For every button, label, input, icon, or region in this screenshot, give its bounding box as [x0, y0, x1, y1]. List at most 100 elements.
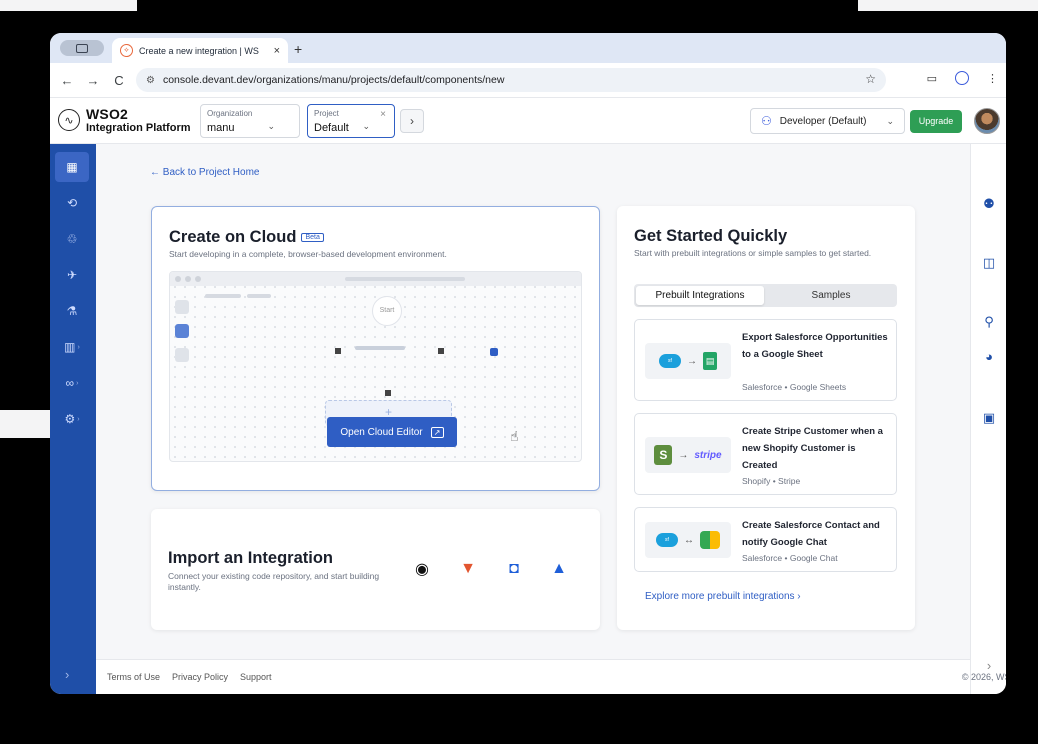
support-icon[interactable]: ⚲ [980, 314, 998, 332]
beta-badge: Beta [301, 233, 324, 242]
sidebar-item-overview[interactable]: ▦ [55, 152, 89, 182]
sidebar-item-develop[interactable]: ♲ [55, 224, 89, 254]
integration-meta: Salesforce • Google Sheets [742, 382, 847, 392]
copyright: © 2026, WSO2 LLC. [961, 672, 1006, 682]
wso2-favicon-icon: ⟡ [120, 44, 133, 57]
site-info-icon[interactable]: ⚙ [146, 75, 155, 86]
forward-button[interactable]: → [80, 73, 106, 88]
rocket-icon: ✈ [66, 268, 78, 282]
explore-more-link[interactable]: Explore more prebuilt integrations › [645, 591, 801, 602]
left-sidebar: ▦ ⟲ ♲ ✈ ⚗ ▥ › ∞ › ⚙ › › [50, 144, 96, 694]
ai-assistant-icon[interactable]: ⚉ [980, 196, 998, 214]
clear-icon[interactable]: × [380, 109, 386, 120]
chevron-right-icon: › [76, 379, 79, 387]
privacy-link[interactable]: Privacy Policy [172, 672, 228, 682]
flow-connector [355, 346, 405, 350]
upgrade-button[interactable]: Upgrade [910, 110, 962, 133]
preview-breadcrumb [247, 294, 271, 298]
sidebar-item-observability[interactable]: ▥ › [55, 332, 89, 362]
expand-sidebar-icon[interactable]: › [65, 667, 69, 682]
organization-value: manu [207, 122, 235, 134]
organization-label: Organization [207, 109, 253, 118]
docs-icon[interactable]: ▣ [980, 410, 998, 428]
create-on-cloud-card[interactable]: Create on Cloud Beta Start developing in … [151, 206, 600, 491]
active-tab[interactable]: ⟡ Create a new integration | WS × [112, 38, 288, 63]
stripe-icon: stripe [694, 449, 722, 461]
back-to-project-link[interactable]: ← Back to Project Home [150, 167, 259, 178]
integration-item[interactable]: sf ↔ Create Salesforce Contact and notif… [634, 507, 897, 572]
integration-meta: Salesforce • Google Chat [742, 553, 838, 563]
sidebar-item-test[interactable]: ⚗ [55, 296, 89, 326]
integration-logos: sf → ▤ [645, 343, 731, 379]
start-node: Start [372, 296, 402, 326]
integration-item[interactable]: S → stripe Create Stripe Customer when a… [634, 413, 897, 495]
azure-devops-icon[interactable]: ▲ [548, 558, 570, 580]
tab-close-icon[interactable]: × [274, 45, 280, 57]
tab-search-button[interactable] [60, 40, 104, 56]
chevron-down-icon: ⌄ [267, 121, 275, 131]
salesforce-icon: sf [659, 354, 681, 368]
chevron-down-icon: ⌄ [362, 121, 370, 131]
tab-overview-icon [76, 43, 88, 53]
github-icon[interactable]: ◉ [411, 558, 433, 580]
sidebar-item-deploy[interactable]: ✈ [55, 260, 89, 290]
new-tab-button[interactable]: + [294, 41, 302, 57]
browser-toolbar-right: ▭ ⋮ [927, 71, 998, 85]
footer-links: Terms of Use Privacy Policy Support [107, 672, 272, 682]
quick-title: Get Started Quickly [634, 227, 788, 245]
integration-item[interactable]: sf → ▤ Export Salesforce Opportunities t… [634, 319, 897, 401]
bitbucket-icon[interactable]: ◘ [503, 558, 525, 580]
footer: Terms of Use Privacy Policy Support © 20… [96, 659, 1006, 694]
url-field[interactable]: ⚙ console.devant.dev/organizations/manu/… [136, 68, 886, 92]
sidebar-item-components[interactable]: ⟲ [55, 188, 89, 218]
flow-node [438, 348, 444, 354]
import-subtitle: Connect your existing code repository, a… [168, 571, 380, 592]
organization-selector[interactable]: Organization manu ⌄ [200, 104, 300, 138]
project-selector[interactable]: Project Default × ⌄ [307, 104, 395, 138]
flow-node [335, 348, 341, 354]
gitlab-icon[interactable]: ▼ [457, 558, 479, 580]
chart-icon: ▥ [64, 340, 76, 354]
overview-icon: ▦ [66, 160, 78, 174]
back-button[interactable]: ← [54, 73, 80, 88]
project-label: Project [314, 109, 339, 118]
reading-mode-icon[interactable]: ▭ [927, 72, 937, 85]
chevron-right-icon: › [77, 343, 80, 351]
marketplace-icon[interactable]: ◫ [980, 255, 998, 273]
tab-prebuilt-integrations[interactable]: Prebuilt Integrations [636, 286, 764, 305]
logo-subtitle: Integration Platform [86, 122, 191, 134]
open-cloud-editor-button[interactable]: Open Cloud Editor ↗ [327, 417, 457, 447]
discord-icon[interactable]: ◕ [980, 349, 998, 367]
bookmark-star-icon[interactable]: ☆ [865, 72, 876, 86]
integration-logos: sf ↔ [645, 522, 731, 558]
sidebar-item-settings[interactable]: ⚙ › [55, 404, 89, 434]
shopify-icon: S [654, 445, 673, 465]
sidebar-item-insights[interactable]: ∞ › [55, 368, 89, 398]
integration-logos: S → stripe [645, 437, 731, 473]
user-avatar[interactable] [974, 108, 1000, 134]
preview-title-bar [345, 277, 465, 281]
role-dropdown[interactable]: ⚇ Developer (Default) ⌄ [750, 108, 905, 134]
get-started-card: Get Started Quickly Start with prebuilt … [617, 206, 915, 630]
hand-cursor-icon: ☝ [510, 428, 519, 444]
desktop-window-fragment [0, 410, 50, 438]
next-level-button[interactable]: › [400, 109, 424, 133]
url-text: console.devant.dev/organizations/manu/pr… [162, 74, 505, 86]
google-chat-icon [700, 531, 720, 549]
terms-link[interactable]: Terms of Use [107, 672, 160, 682]
components-icon: ⟲ [66, 196, 78, 210]
reload-button[interactable]: C [106, 73, 132, 88]
integration-title: Create Salesforce Contact and notify Goo… [742, 520, 880, 548]
profile-icon[interactable] [955, 71, 969, 85]
tab-samples[interactable]: Samples [767, 286, 895, 305]
cloud-subtitle: Start developing in a complete, browser-… [169, 249, 447, 259]
flow-node-active [490, 348, 498, 356]
import-integration-card[interactable]: Import an Integration Connect your exist… [151, 509, 600, 630]
quick-subtitle: Start with prebuilt integrations or simp… [634, 248, 872, 258]
browser-window: ⟡ Create a new integration | WS × + ← → … [50, 33, 1006, 694]
salesforce-icon: sf [656, 533, 678, 547]
support-link[interactable]: Support [240, 672, 272, 682]
browser-menu-icon[interactable]: ⋮ [987, 72, 998, 85]
preview-dot [185, 276, 191, 282]
develop-icon: ♲ [66, 232, 78, 246]
